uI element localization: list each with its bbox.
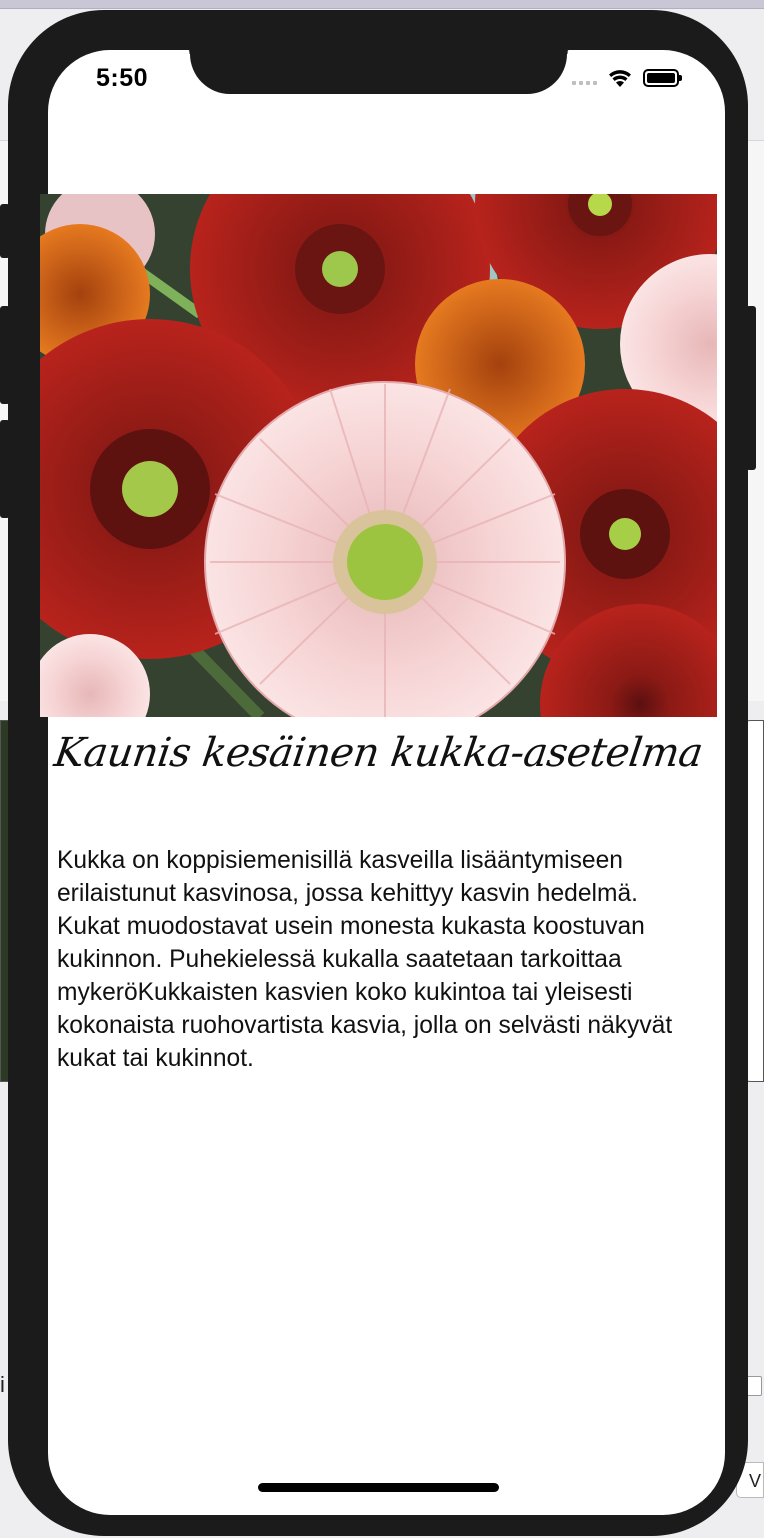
home-indicator[interactable] — [258, 1483, 499, 1492]
flower-image — [40, 194, 717, 717]
status-icons — [572, 68, 682, 88]
article-body: Kukka on koppisiemenisillä kasveilla lis… — [57, 847, 673, 1072]
phone-notch — [176, 40, 581, 94]
battery-icon — [643, 69, 682, 87]
wifi-icon — [609, 70, 631, 87]
cellular-signal-icon — [572, 71, 597, 85]
host-left-label: i — [0, 1372, 5, 1397]
status-time: 5:50 — [96, 64, 149, 92]
host-window-titlebar — [0, 0, 764, 9]
article-title: Kaunis kesäinen kukka-asetelma — [51, 730, 706, 776]
